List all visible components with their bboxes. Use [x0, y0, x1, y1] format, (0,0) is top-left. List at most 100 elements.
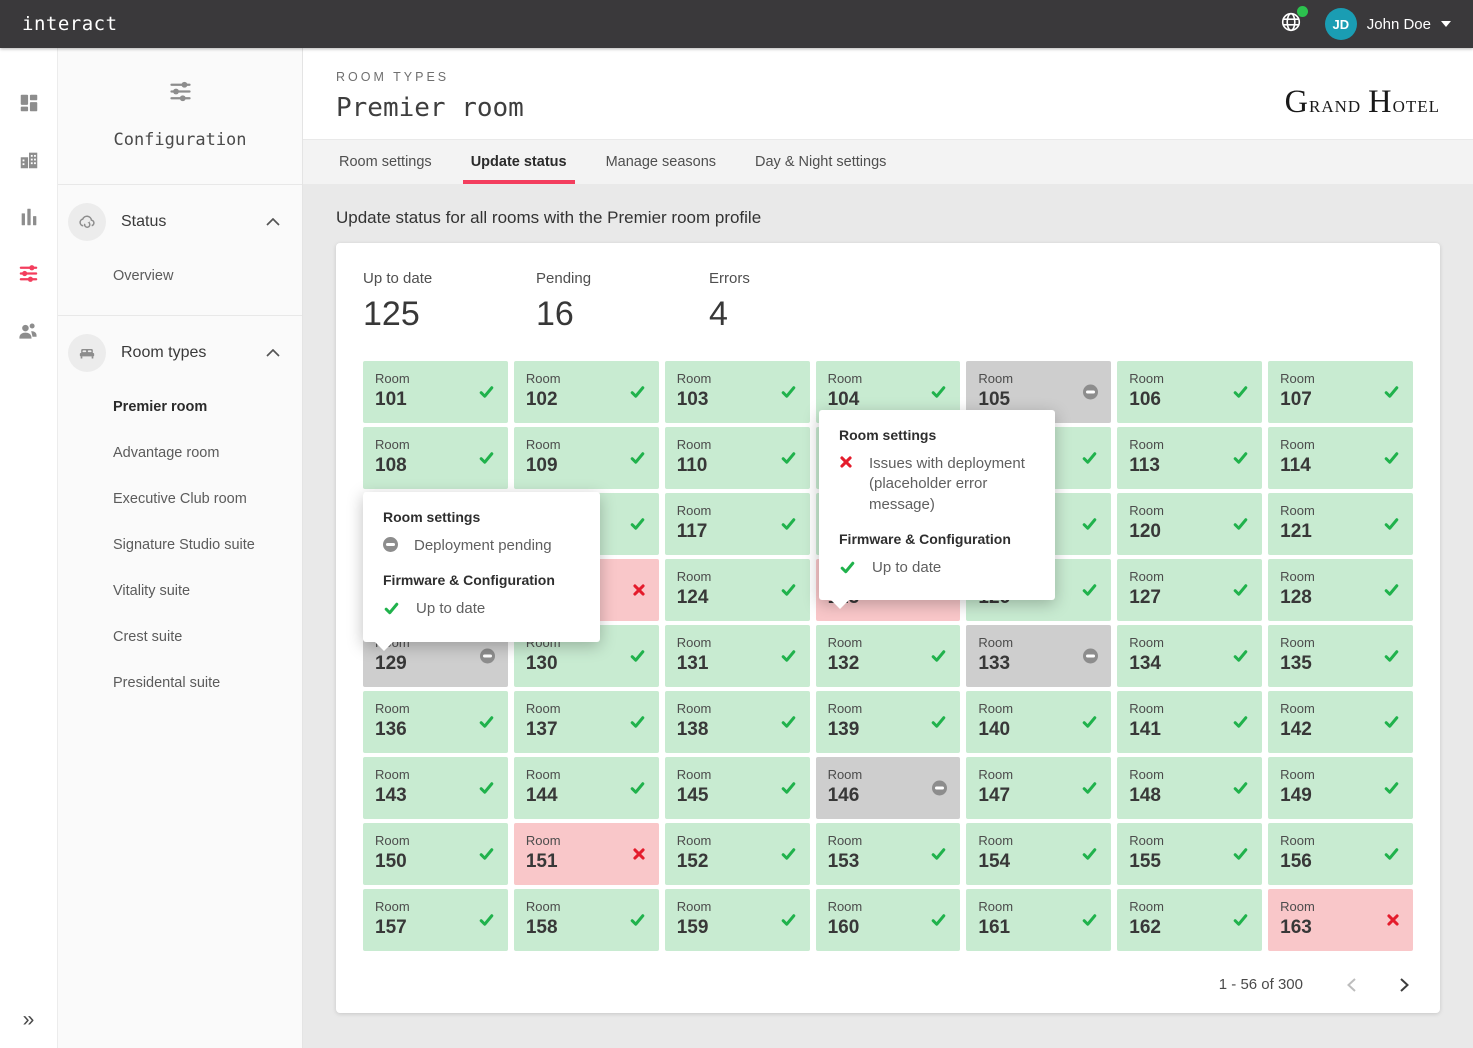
room-cell-163[interactable]: Room163 [1268, 889, 1413, 951]
room-cell-142[interactable]: Room142 [1268, 691, 1413, 753]
status-icon [1232, 450, 1249, 467]
room-cell-156[interactable]: Room156 [1268, 823, 1413, 885]
sidebar-item-vitality-suite[interactable]: Vitality suite [58, 568, 302, 614]
status-icon [780, 516, 797, 533]
room-cell-127[interactable]: Room127 [1117, 559, 1262, 621]
room-cell-108[interactable]: Room108 [363, 427, 508, 489]
topbar: interact JD John Doe [0, 0, 1473, 48]
room-cell-157[interactable]: Room157 [363, 889, 508, 951]
room-cell-131[interactable]: Room131 [665, 625, 810, 687]
status-icon [1081, 912, 1098, 929]
room-cell-151[interactable]: Room151 [514, 823, 659, 885]
brand-word: Hotel [1368, 84, 1440, 121]
room-cell-138[interactable]: Room138 [665, 691, 810, 753]
rail-item-buildings[interactable] [0, 131, 57, 188]
tab-manage-seasons[interactable]: Manage seasons [603, 140, 719, 184]
room-cell-159[interactable]: Room159 [665, 889, 810, 951]
chevron-right-icon [1400, 978, 1409, 992]
check-icon [478, 450, 495, 467]
room-cell-135[interactable]: Room135 [1268, 625, 1413, 687]
rail-item-analytics[interactable] [0, 188, 57, 245]
room-cell-152[interactable]: Room152 [665, 823, 810, 885]
sidebar-item-presidental-suite[interactable]: Presidental suite [58, 660, 302, 706]
tab-day-night-settings[interactable]: Day & Night settings [752, 140, 889, 184]
check-icon [1232, 582, 1249, 599]
check-icon [629, 450, 646, 467]
room-cell-139[interactable]: Room139 [816, 691, 961, 753]
room-cell-133[interactable]: Room133 [966, 625, 1111, 687]
room-cell-124[interactable]: Room124 [665, 559, 810, 621]
room-cell-134[interactable]: Room134 [1117, 625, 1262, 687]
room-cell-158[interactable]: Room158 [514, 889, 659, 951]
pagination-range: 1 - 56 of 300 [1219, 976, 1303, 993]
room-cell-160[interactable]: Room160 [816, 889, 961, 951]
sidebar-section-status-header[interactable]: Status [58, 193, 302, 251]
status-icon [1232, 780, 1249, 797]
status-icon [632, 847, 646, 861]
room-cell-103[interactable]: Room103 [665, 361, 810, 423]
sidebar-item-signature-studio-suite[interactable]: Signature Studio suite [58, 522, 302, 568]
icon-rail: » [0, 48, 58, 1048]
room-cell-132[interactable]: Room132 [816, 625, 961, 687]
pending-icon [383, 537, 398, 552]
room-cell-114[interactable]: Room114 [1268, 427, 1413, 489]
room-cell-140[interactable]: Room140 [966, 691, 1111, 753]
room-cell-107[interactable]: Room107 [1268, 361, 1413, 423]
room-cell-120[interactable]: Room120 [1117, 493, 1262, 555]
user-name: John Doe [1367, 16, 1431, 33]
sidebar-item-premier-room[interactable]: Premier room [58, 384, 302, 430]
sidebar-item-advantage-room[interactable]: Advantage room [58, 430, 302, 476]
room-cell-154[interactable]: Room154 [966, 823, 1111, 885]
status-icon [478, 384, 495, 401]
room-cell-117[interactable]: Room117 [665, 493, 810, 555]
status-icon [1232, 912, 1249, 929]
room-cell-101[interactable]: Room101 [363, 361, 508, 423]
x-icon [1386, 913, 1400, 927]
next-page-button[interactable] [1400, 978, 1409, 992]
room-cell-150[interactable]: Room150 [363, 823, 508, 885]
room-cell-161[interactable]: Room161 [966, 889, 1111, 951]
tab-room-settings[interactable]: Room settings [336, 140, 435, 184]
room-cell-137[interactable]: Room137 [514, 691, 659, 753]
brand-word: Grand [1285, 84, 1362, 121]
check-icon [1383, 714, 1400, 731]
room-cell-147[interactable]: Room147 [966, 757, 1111, 819]
collapse-sidebar-button[interactable]: » [23, 1008, 35, 1032]
room-cell-106[interactable]: Room106 [1117, 361, 1262, 423]
avatar[interactable]: JD [1325, 8, 1357, 40]
room-cell-149[interactable]: Room149 [1268, 757, 1413, 819]
tab-update-status[interactable]: Update status [468, 140, 570, 184]
room-cell-121[interactable]: Room121 [1268, 493, 1413, 555]
room-cell-155[interactable]: Room155 [1117, 823, 1262, 885]
room-cell-109[interactable]: Room109 [514, 427, 659, 489]
chevron-up-icon[interactable] [266, 218, 280, 226]
bar-chart-icon [18, 206, 40, 228]
room-cell-143[interactable]: Room143 [363, 757, 508, 819]
check-icon [1232, 714, 1249, 731]
language-globe-button[interactable] [1279, 10, 1303, 39]
sidebar-item-overview[interactable]: Overview [58, 253, 302, 299]
room-cell-146[interactable]: Room146 [816, 757, 961, 819]
rail-item-users[interactable] [0, 302, 57, 359]
status-icon [1081, 780, 1098, 797]
room-cell-141[interactable]: Room141 [1117, 691, 1262, 753]
room-cell-162[interactable]: Room162 [1117, 889, 1262, 951]
room-cell-128[interactable]: Room128 [1268, 559, 1413, 621]
sidebar-item-executive-club-room[interactable]: Executive Club room [58, 476, 302, 522]
room-cell-102[interactable]: Room102 [514, 361, 659, 423]
room-cell-153[interactable]: Room153 [816, 823, 961, 885]
room-cell-145[interactable]: Room145 [665, 757, 810, 819]
previous-page-button[interactable] [1347, 978, 1356, 992]
check-icon [1232, 384, 1249, 401]
room-cell-110[interactable]: Room110 [665, 427, 810, 489]
chevron-down-icon[interactable] [1441, 21, 1451, 27]
chevron-up-icon[interactable] [266, 349, 280, 357]
rail-item-configuration[interactable] [0, 245, 57, 302]
room-cell-144[interactable]: Room144 [514, 757, 659, 819]
room-cell-113[interactable]: Room113 [1117, 427, 1262, 489]
room-cell-148[interactable]: Room148 [1117, 757, 1262, 819]
rail-item-dashboard[interactable] [0, 74, 57, 131]
sidebar-section-room-types-header[interactable]: Room types [58, 324, 302, 382]
sidebar-item-crest-suite[interactable]: Crest suite [58, 614, 302, 660]
room-cell-136[interactable]: Room136 [363, 691, 508, 753]
